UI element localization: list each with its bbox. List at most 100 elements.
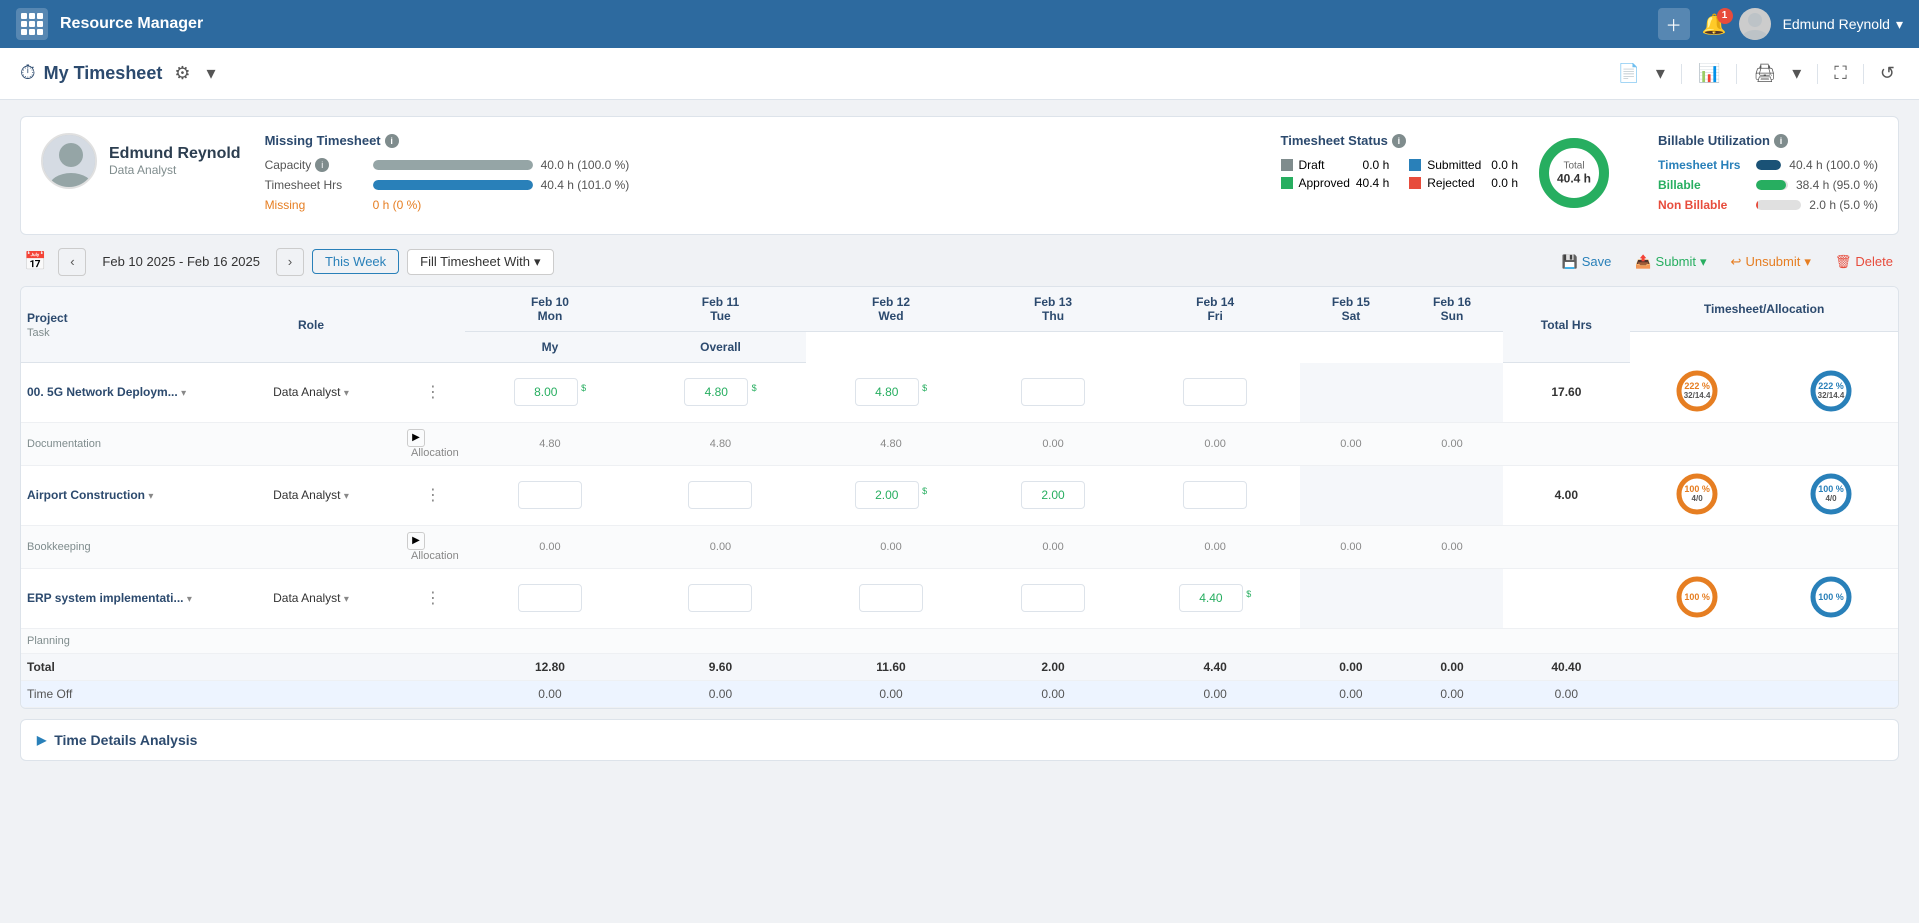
- fri-cell2[interactable]: [1130, 465, 1301, 525]
- time-off-sat: 0.00: [1300, 680, 1401, 707]
- prev-week-button[interactable]: ‹: [58, 248, 86, 276]
- save-button[interactable]: 💾 Save: [1556, 250, 1618, 274]
- refresh-button[interactable]: ↺: [1876, 59, 1899, 88]
- tue-cell[interactable]: $: [635, 363, 806, 423]
- status-info-icon[interactable]: i: [1392, 134, 1406, 148]
- role-dropdown-icon3[interactable]: ▾: [344, 594, 349, 605]
- time-off-sun: 0.00: [1401, 680, 1502, 707]
- sub-header-left: ⏱ My Timesheet ⚙ ▾: [20, 59, 220, 88]
- mon-cell3[interactable]: [465, 568, 636, 628]
- project-expand-icon[interactable]: ▾: [181, 388, 186, 399]
- missing-info-icon[interactable]: i: [385, 134, 399, 148]
- sun-cell2: [1401, 465, 1502, 525]
- time-details-header[interactable]: ▶ Time Details Analysis: [37, 732, 1882, 748]
- timesheet-grid: Project Task Role Feb 10 Mon Feb 11 Tue …: [21, 287, 1898, 708]
- tue-input2[interactable]: [688, 481, 752, 509]
- add-button[interactable]: ＋: [1658, 8, 1690, 40]
- pdf-dropdown-button[interactable]: ▾: [1652, 59, 1669, 88]
- thu-cell2[interactable]: [976, 465, 1130, 525]
- thu-input[interactable]: [1021, 378, 1085, 406]
- thu-cell[interactable]: [976, 363, 1130, 423]
- print-dropdown-button[interactable]: ▾: [1788, 59, 1805, 88]
- sun-cell: [1401, 363, 1502, 423]
- print-button[interactable]: 🖨: [1749, 59, 1780, 88]
- wed-cell[interactable]: $: [806, 363, 977, 423]
- billable-info-icon[interactable]: i: [1774, 134, 1788, 148]
- time-off-label: Time Off: [21, 680, 465, 707]
- alloc-actions2: ▶ Allocation: [401, 525, 465, 568]
- role-dropdown-icon2[interactable]: ▾: [344, 491, 349, 502]
- this-week-button[interactable]: This Week: [312, 249, 399, 274]
- notification-button[interactable]: 🔔 1: [1702, 12, 1727, 37]
- wed-input[interactable]: [855, 378, 919, 406]
- next-week-button[interactable]: ›: [276, 248, 304, 276]
- wed-cell3[interactable]: [806, 568, 977, 628]
- fri-cell[interactable]: [1130, 363, 1301, 423]
- tue-cell2[interactable]: [635, 465, 806, 525]
- alloc-expand-button2[interactable]: ▶: [407, 532, 425, 550]
- submit-button[interactable]: 📤 Submit ▾: [1629, 250, 1712, 274]
- project-expand-icon2[interactable]: ▾: [148, 491, 153, 502]
- wed-input3[interactable]: [859, 584, 923, 612]
- mon-cell2[interactable]: [465, 465, 636, 525]
- mon-input[interactable]: [514, 378, 578, 406]
- feb15-header: Feb 15 Sat: [1300, 287, 1401, 332]
- mon-input3[interactable]: [518, 584, 582, 612]
- excel-export-button[interactable]: 📊: [1694, 59, 1724, 88]
- table-row: Airport Construction ▾ Data Analyst ▾ ⋮: [21, 465, 1898, 525]
- user-menu-button[interactable]: Edmund Reynold ▾: [1783, 16, 1903, 33]
- role-dropdown-icon[interactable]: ▾: [344, 388, 349, 399]
- pdf-export-button[interactable]: 📄: [1614, 59, 1644, 88]
- wed-cell2[interactable]: $: [806, 465, 977, 525]
- thu-input3[interactable]: [1021, 584, 1085, 612]
- fill-timesheet-button[interactable]: Fill Timesheet With ▾: [407, 249, 553, 275]
- app-title: Resource Manager: [60, 15, 203, 33]
- time-off-my: [1630, 680, 1764, 707]
- settings-button[interactable]: ⚙: [170, 59, 194, 88]
- billable-nonbillable-fill: [1756, 200, 1758, 210]
- wed-input2[interactable]: [855, 481, 919, 509]
- time-off-wed: 0.00: [806, 680, 977, 707]
- row-menu-button3[interactable]: ⋮: [425, 588, 441, 608]
- calendar-icon-button[interactable]: 📅: [20, 247, 50, 276]
- tue-input[interactable]: [684, 378, 748, 406]
- submitted-dot: [1409, 159, 1421, 171]
- alloc-overall: [1764, 422, 1898, 465]
- sat-cell2: [1300, 465, 1401, 525]
- fri-cell3[interactable]: $: [1130, 568, 1301, 628]
- row-menu-button2[interactable]: ⋮: [425, 485, 441, 505]
- fri-input3[interactable]: [1179, 584, 1243, 612]
- row-menu-button[interactable]: ⋮: [425, 382, 441, 402]
- time-off-fri: 0.00: [1130, 680, 1301, 707]
- alloc-expand-button[interactable]: ▶: [407, 429, 425, 447]
- table-row: ERP system implementati... ▾ Data Analys…: [21, 568, 1898, 628]
- feb12-header: Feb 12 Wed: [806, 287, 977, 332]
- planning-row: Planning: [21, 628, 1898, 653]
- tue-cell3[interactable]: [635, 568, 806, 628]
- mon-input2[interactable]: [518, 481, 582, 509]
- fri-input2[interactable]: [1183, 481, 1247, 509]
- missing-timesheet-title: Missing Timesheet i: [265, 133, 1257, 148]
- fri-input[interactable]: [1183, 378, 1247, 406]
- capacity-info-icon[interactable]: i: [315, 158, 329, 172]
- thu-input2[interactable]: [1021, 481, 1085, 509]
- missing-timesheet-section: Missing Timesheet i Capacity i 40.0 h (1…: [265, 133, 1257, 218]
- donut-wrap: Total 40.4 h: [1534, 133, 1614, 213]
- total-cell: 17.60: [1503, 363, 1631, 423]
- dropdown-arrow-button[interactable]: ▾: [202, 59, 219, 88]
- mon-cell[interactable]: $: [465, 363, 636, 423]
- total-cell3: [1503, 568, 1631, 628]
- unsubmit-button[interactable]: ↩ Unsubmit ▾: [1725, 250, 1817, 274]
- tue-input3[interactable]: [688, 584, 752, 612]
- timesheet-hrs-label: Timesheet Hrs: [265, 178, 365, 192]
- capacity-label: Capacity i: [265, 158, 365, 172]
- billable-utilization-section: Billable Utilization i Timesheet Hrs 40.…: [1658, 133, 1878, 218]
- grid-menu-button[interactable]: [16, 8, 48, 40]
- billable-timesheet-label: Timesheet Hrs: [1658, 158, 1748, 172]
- my-pct-label3: 100 %: [1684, 592, 1710, 602]
- delete-button[interactable]: 🗑 Delete: [1829, 250, 1899, 274]
- project-expand-icon3[interactable]: ▾: [187, 594, 192, 605]
- fullscreen-button[interactable]: ⛶: [1830, 59, 1851, 88]
- thu-cell3[interactable]: [976, 568, 1130, 628]
- timesheet-hrs-value: 40.4 h (101.0 %): [541, 178, 630, 192]
